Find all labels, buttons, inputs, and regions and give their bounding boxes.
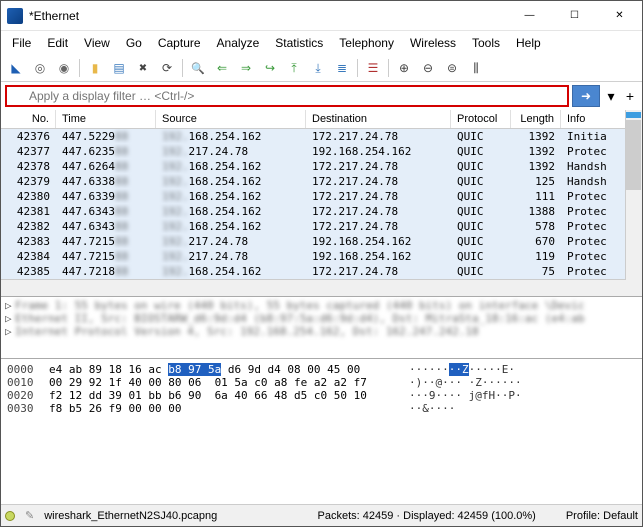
packet-bytes-pane[interactable]: 0000e4 ab 89 18 16 ac b8 97 5a d6 9d d4 … <box>1 359 642 504</box>
menubar: File Edit View Go Capture Analyze Statis… <box>1 31 642 55</box>
menu-help[interactable]: Help <box>509 33 548 53</box>
restart-capture-icon[interactable] <box>53 57 75 79</box>
menu-analyze[interactable]: Analyze <box>210 33 267 53</box>
status-counts: Packets: 42459 · Displayed: 42459 (100.0… <box>318 510 536 522</box>
status-profile[interactable]: Profile: Default <box>566 510 638 522</box>
capture-file-props-icon[interactable]: ✎ <box>25 509 34 522</box>
menu-edit[interactable]: Edit <box>40 33 75 53</box>
table-row[interactable]: 42384447.721588192.217.24.78192.168.254.… <box>1 249 642 264</box>
hscrollbar[interactable] <box>1 279 642 296</box>
menu-tools[interactable]: Tools <box>465 33 507 53</box>
status-file: wireshark_EthernetN2SJ40.pcapng <box>44 510 217 522</box>
table-row[interactable]: 42379447.633888192.168.254.162172.217.24… <box>1 174 642 189</box>
table-row[interactable]: 42381447.634388192.168.254.162172.217.24… <box>1 204 642 219</box>
start-capture-icon[interactable] <box>5 57 27 79</box>
main-toolbar <box>1 55 642 82</box>
app-icon <box>7 8 23 24</box>
menu-capture[interactable]: Capture <box>151 33 208 53</box>
close-file-icon[interactable] <box>132 57 154 79</box>
detail-ethernet[interactable]: Ethernet II, Src: BIOSTARW_d6:9d:d4 (b8:… <box>15 312 585 325</box>
table-row[interactable]: 42378447.626488192.168.254.162172.217.24… <box>1 159 642 174</box>
packet-list-header: No. Time Source Destination Protocol Len… <box>1 110 642 129</box>
detail-ip[interactable]: Internet Protocol Version 4, Src: 192.16… <box>15 325 479 338</box>
packet-list[interactable]: No. Time Source Destination Protocol Len… <box>1 110 642 297</box>
statusbar: ✎ wireshark_EthernetN2SJ40.pcapng Packet… <box>1 504 642 526</box>
open-file-icon[interactable] <box>84 57 106 79</box>
find-icon[interactable] <box>187 57 209 79</box>
table-row[interactable]: 42376447.522988192.168.254.162172.217.24… <box>1 129 642 144</box>
table-row[interactable]: 42382447.634388192.168.254.162172.217.24… <box>1 219 642 234</box>
col-destination[interactable]: Destination <box>306 110 451 128</box>
stop-capture-icon[interactable] <box>29 57 51 79</box>
autoscroll-icon[interactable] <box>331 57 353 79</box>
zoom-reset-icon[interactable] <box>441 57 463 79</box>
table-row[interactable]: 42385447.721888192.168.254.162172.217.24… <box>1 264 642 279</box>
filter-dropdown-button[interactable]: ▾ <box>603 85 619 107</box>
goto-last-icon[interactable] <box>307 57 329 79</box>
maximize-button[interactable]: ☐ <box>552 1 597 31</box>
goto-packet-icon[interactable] <box>259 57 281 79</box>
next-packet-icon[interactable] <box>235 57 257 79</box>
prev-packet-icon[interactable] <box>211 57 233 79</box>
colorize-icon[interactable] <box>362 57 384 79</box>
add-filter-button[interactable]: + <box>622 85 638 107</box>
hex-row[interactable]: 0000e4 ab 89 18 16 ac b8 97 5a d6 9d d4 … <box>7 363 636 376</box>
apply-filter-button[interactable]: ➜ <box>572 85 600 107</box>
menu-telephony[interactable]: Telephony <box>332 33 401 53</box>
hex-row[interactable]: 0030f8 b5 26 f9 00 00 00··&···· <box>7 402 636 415</box>
display-filter-input[interactable] <box>5 85 569 107</box>
expert-info-icon[interactable] <box>5 511 15 521</box>
packet-details-pane[interactable]: ▷Frame 1: 55 bytes on wire (440 bits), 5… <box>1 297 642 359</box>
resize-columns-icon[interactable] <box>465 57 487 79</box>
col-no[interactable]: No. <box>1 110 56 128</box>
save-file-icon[interactable] <box>108 57 130 79</box>
col-source[interactable]: Source <box>156 110 306 128</box>
close-button[interactable]: ✕ <box>597 1 642 31</box>
titlebar: *Ethernet — ☐ ✕ <box>1 1 642 31</box>
menu-statistics[interactable]: Statistics <box>268 33 330 53</box>
col-time[interactable]: Time <box>56 110 156 128</box>
menu-wireless[interactable]: Wireless <box>403 33 463 53</box>
vscrollbar[interactable] <box>625 110 642 280</box>
menu-file[interactable]: File <box>5 33 38 53</box>
hex-row[interactable]: 001000 29 92 1f 40 00 80 06 01 5a c0 a8 … <box>7 376 636 389</box>
col-protocol[interactable]: Protocol <box>451 110 511 128</box>
menu-go[interactable]: Go <box>119 33 149 53</box>
menu-view[interactable]: View <box>77 33 117 53</box>
reload-icon[interactable] <box>156 57 178 79</box>
table-row[interactable]: 42383447.721588192.217.24.78192.168.254.… <box>1 234 642 249</box>
filter-toolbar: ◧ ➜ ▾ + <box>1 82 642 110</box>
table-row[interactable]: 42380447.633988192.168.254.162172.217.24… <box>1 189 642 204</box>
goto-first-icon[interactable] <box>283 57 305 79</box>
hex-row[interactable]: 0020f2 12 dd 39 01 bb b6 90 6a 40 66 48 … <box>7 389 636 402</box>
window-title: *Ethernet <box>29 9 507 23</box>
zoom-out-icon[interactable] <box>417 57 439 79</box>
zoom-in-icon[interactable] <box>393 57 415 79</box>
col-length[interactable]: Length <box>511 110 561 128</box>
table-row[interactable]: 42377447.623588192.217.24.78192.168.254.… <box>1 144 642 159</box>
minimize-button[interactable]: — <box>507 1 552 31</box>
detail-frame[interactable]: Frame 1: 55 bytes on wire (440 bits), 55… <box>15 299 585 312</box>
